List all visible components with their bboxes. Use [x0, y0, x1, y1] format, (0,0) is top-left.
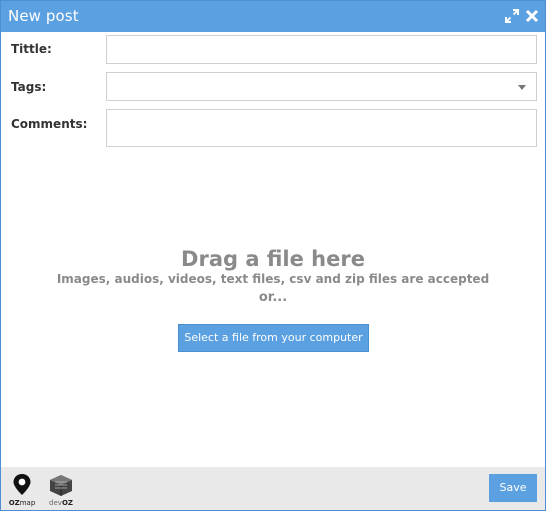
- dropzone-heading: Drag a file here: [181, 247, 365, 271]
- dropzone-subheading: Images, audios, videos, text files, csv …: [56, 272, 490, 286]
- map-pin-icon: [13, 474, 31, 495]
- select-file-button[interactable]: Select a file from your computer: [178, 324, 369, 352]
- new-post-dialog: New post Tittle: Tags: Comments: Drag a …: [0, 0, 546, 511]
- title-input[interactable]: [106, 35, 537, 64]
- chevron-down-icon[interactable]: [518, 85, 526, 90]
- dropzone-or-text: or...: [258, 290, 288, 305]
- cube-icon: [50, 475, 72, 496]
- dialog-titlebar: New post: [1, 1, 545, 32]
- close-icon[interactable]: [525, 9, 539, 23]
- ozmap-logo-text: OZmap: [8, 499, 36, 507]
- ozmap-logo: OZmap: [7, 473, 37, 507]
- title-label: Tittle:: [11, 42, 52, 56]
- devoz-logo-text: devOZ: [49, 499, 73, 507]
- comments-label: Comments:: [11, 117, 88, 131]
- dialog-title: New post: [8, 7, 79, 25]
- comments-textarea[interactable]: [106, 109, 537, 147]
- devoz-logo: devOZ: [45, 473, 77, 507]
- expand-icon[interactable]: [505, 9, 519, 23]
- tags-select[interactable]: [106, 72, 537, 101]
- tags-label: Tags:: [11, 80, 47, 94]
- save-button[interactable]: Save: [489, 474, 537, 502]
- dialog-footer: OZmap devOZ Save: [1, 467, 545, 510]
